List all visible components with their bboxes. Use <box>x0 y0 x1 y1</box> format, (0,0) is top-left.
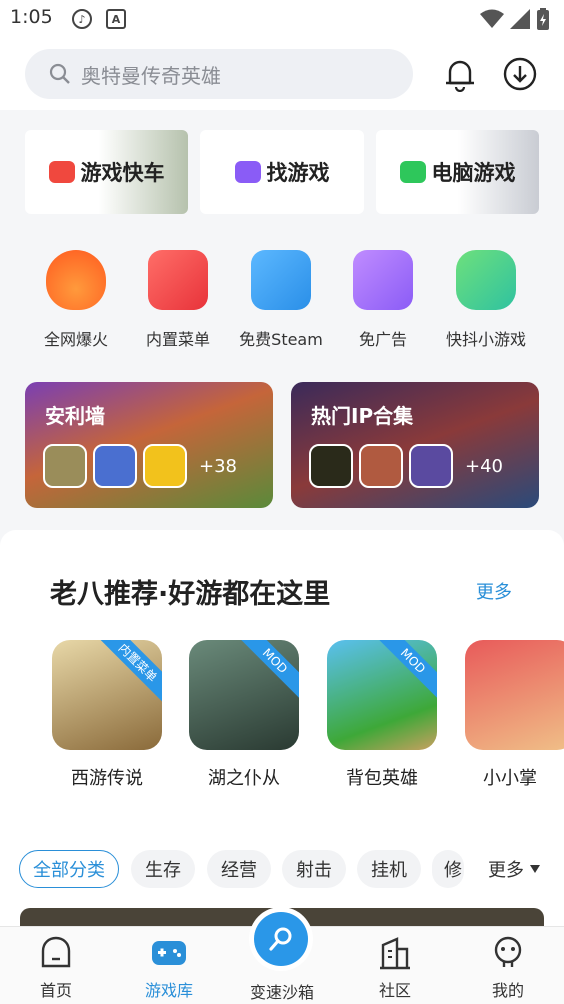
battery-icon <box>537 8 549 30</box>
banner-find-game[interactable]: 找游戏 <box>200 130 364 214</box>
signal-icon <box>510 9 530 29</box>
status-bar: 1:05 ♪ A <box>0 0 564 38</box>
main-content: 游戏快车 找游戏 电脑游戏 全网爆火 内置菜单 免费Steam 免广告 快抖小游… <box>0 110 564 926</box>
card-ip-collection[interactable]: 热门IP合集 +40 <box>291 382 539 508</box>
bottom-tab-bar: 首页 游戏库 变速沙箱 社区 我的 <box>0 907 564 1004</box>
card-more-count: +40 <box>465 455 503 477</box>
game-thumb <box>93 444 137 488</box>
banner-label: 游戏快车 <box>80 161 165 185</box>
no-ads-icon <box>353 250 413 310</box>
game-library-icon <box>152 941 186 965</box>
quick-steam[interactable]: 免费Steam <box>231 250 331 350</box>
card-thumbs: +40 <box>309 444 503 488</box>
category-chip[interactable]: 生存 <box>131 850 195 888</box>
wifi-icon <box>480 9 504 28</box>
download-icon[interactable] <box>502 56 538 92</box>
game-name: 小小掌 <box>483 768 537 789</box>
tab-label: 我的 <box>491 981 524 1000</box>
more-link[interactable]: 更多 <box>476 578 512 604</box>
status-time: 1:05 <box>10 6 53 28</box>
tab-label: 游戏库 <box>144 981 193 1000</box>
menu-icon <box>148 250 208 310</box>
section-title: 老八推荐·好游都在这里 <box>50 579 331 610</box>
game-thumb <box>359 444 403 488</box>
speed-sandbox-button[interactable] <box>249 907 313 971</box>
game-item[interactable]: MOD 湖之仆从 <box>189 640 299 790</box>
game-item[interactable]: 小小掌 <box>465 640 564 790</box>
game-icon: 内置菜单 <box>52 640 162 750</box>
category-more-label: 更多 <box>488 860 524 881</box>
game-icon <box>465 640 564 750</box>
building-icon <box>380 937 410 970</box>
game-badge: MOD <box>371 640 437 703</box>
game-item[interactable]: MOD 背包英雄 <box>327 640 437 790</box>
search-icon <box>49 63 70 84</box>
quick-label: 快抖小游戏 <box>445 330 526 349</box>
gamepad-small-icon <box>234 161 261 183</box>
game-thumb <box>409 444 453 488</box>
tab-home[interactable]: 首页 <box>11 935 101 1001</box>
quick-label: 全网爆火 <box>43 330 108 349</box>
caret-down-icon <box>530 865 540 873</box>
bell-icon[interactable] <box>442 56 478 92</box>
category-chip-all[interactable]: 全部分类 <box>19 850 119 888</box>
category-chip[interactable]: 经营 <box>207 850 271 888</box>
category-more[interactable]: 更多 <box>476 850 564 888</box>
quick-label: 免广告 <box>358 330 407 349</box>
game-name: 西游传说 <box>71 768 143 789</box>
a-icon: A <box>106 9 126 29</box>
card-thumbs: +38 <box>43 444 237 488</box>
pc-icon <box>399 161 426 183</box>
tab-label: 首页 <box>39 981 72 1000</box>
search-placeholder: 奥特曼传奇英雄 <box>81 63 221 88</box>
banner-label: 找游戏 <box>266 161 330 185</box>
quick-mini-games[interactable]: 快抖小游戏 <box>436 250 536 350</box>
recommend-section: 老八推荐·好游都在这里 更多 内置菜单 西游传说 MOD 湖之仆从 MOD 背包… <box>0 530 564 926</box>
game-name: 湖之仆从 <box>208 768 280 789</box>
status-icons <box>480 8 550 30</box>
tab-label: 社区 <box>378 981 411 1000</box>
card-title: 安利墙 <box>45 404 105 428</box>
tab-community[interactable]: 社区 <box>350 935 440 1001</box>
top-header: 奥特曼传奇英雄 <box>0 38 564 110</box>
banner-pc-games[interactable]: 电脑游戏 <box>376 130 539 214</box>
category-chip[interactable]: 射击 <box>282 850 346 888</box>
category-filter: 全部分类 生存 经营 射击 挂机 修 更多 <box>0 850 564 890</box>
game-icon: MOD <box>189 640 299 750</box>
tab-game-library[interactable]: 游戏库 <box>124 935 214 1001</box>
card-title: 热门IP合集 <box>311 404 414 428</box>
game-name: 背包英雄 <box>346 768 418 789</box>
banner-label: 电脑游戏 <box>431 161 516 185</box>
game-item[interactable]: 内置菜单 西游传说 <box>52 640 162 790</box>
profile-icon <box>494 936 522 967</box>
card-more-count: +38 <box>199 455 237 477</box>
quick-label: 免费Steam <box>239 330 323 349</box>
music-icon: ♪ <box>72 9 92 29</box>
gamepad-icon <box>456 250 516 310</box>
tab-label: 变速沙箱 <box>249 983 314 1002</box>
quick-menu[interactable]: 内置菜单 <box>128 250 228 350</box>
home-icon <box>41 936 71 968</box>
game-thumb <box>143 444 187 488</box>
fire-icon <box>46 250 106 310</box>
car-icon <box>48 161 75 183</box>
game-thumb <box>309 444 353 488</box>
game-icon: MOD <box>327 640 437 750</box>
search-bar[interactable]: 奥特曼传奇英雄 <box>25 49 413 99</box>
game-thumb <box>43 444 87 488</box>
card-recommend-wall[interactable]: 安利墙 +38 <box>25 382 273 508</box>
wrench-icon <box>269 927 292 951</box>
game-badge: 内置菜单 <box>95 640 162 706</box>
monitor-icon <box>251 250 311 310</box>
category-chip[interactable]: 挂机 <box>357 850 421 888</box>
quick-entries: 全网爆火 内置菜单 免费Steam 免广告 快抖小游戏 <box>0 250 564 350</box>
banner-game-express[interactable]: 游戏快车 <box>25 130 188 214</box>
quick-hot[interactable]: 全网爆火 <box>26 250 126 350</box>
tab-speed-sandbox[interactable]: 变速沙箱 <box>237 907 327 1003</box>
game-badge: MOD <box>233 640 299 703</box>
quick-no-ads[interactable]: 免广告 <box>333 250 433 350</box>
category-chip[interactable]: 修 <box>432 850 464 888</box>
quick-label: 内置菜单 <box>145 330 210 349</box>
tab-mine[interactable]: 我的 <box>463 935 553 1001</box>
